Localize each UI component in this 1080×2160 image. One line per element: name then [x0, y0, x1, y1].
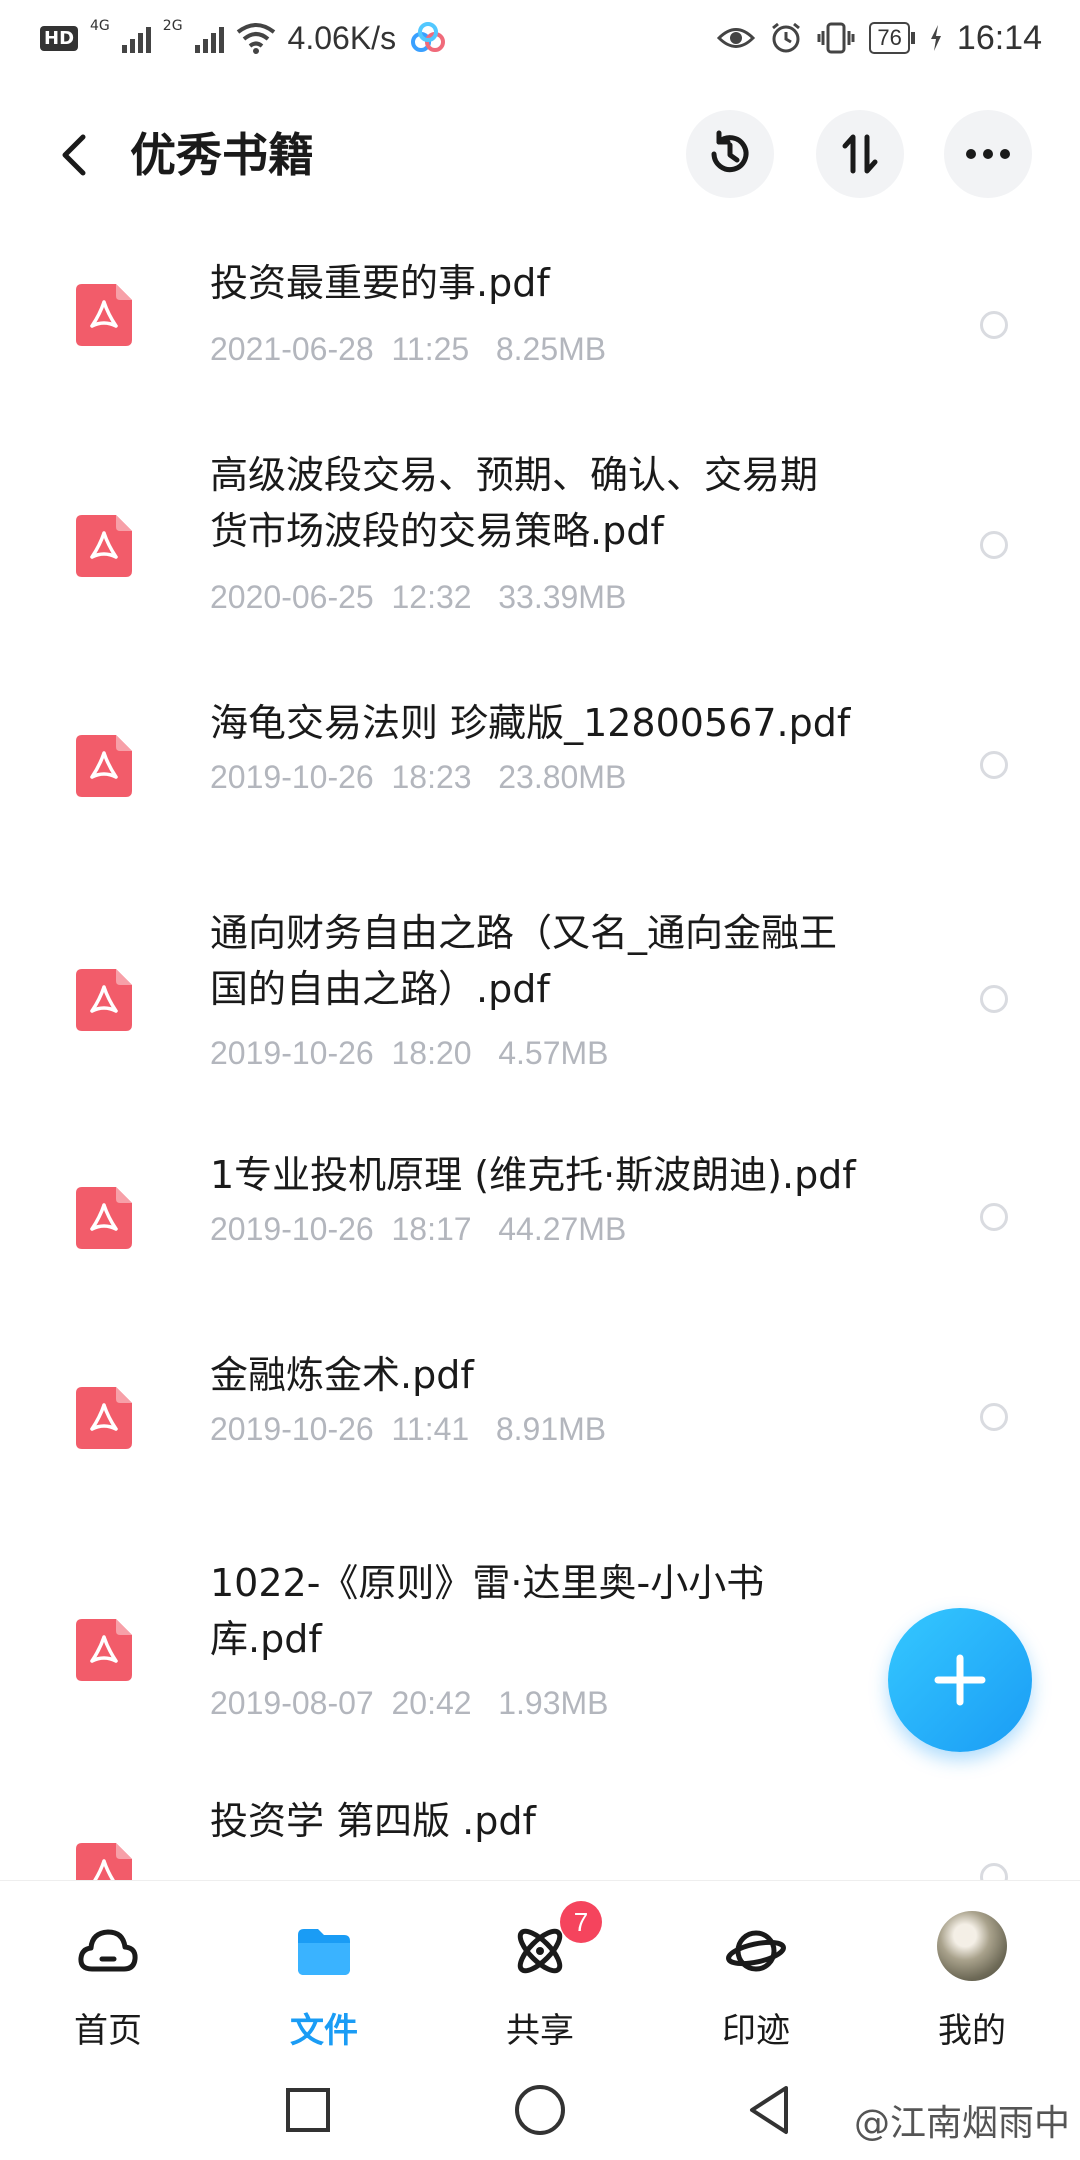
vibrate-icon [817, 22, 855, 54]
file-item[interactable]: 金融炼金术.pdf 2019-10-26 11:41 8.91MB [0, 1335, 1080, 1495]
select-checkbox[interactable] [980, 1203, 1008, 1231]
pdf-file-icon [76, 969, 132, 1031]
back-nav-button[interactable] [738, 2078, 802, 2142]
file-name: 投资最重要的事.pdf [210, 261, 550, 305]
file-name: 1022-《原则》雷·达里奥-小小书 库.pdf [210, 1561, 765, 1661]
file-item[interactable]: 1专业投机原理 (维克托·斯波朗迪).pdf 2019-10-26 18:17 … [0, 1125, 1080, 1285]
network-4g-label: 4G [90, 18, 110, 34]
nav-home[interactable]: 首页 [28, 1901, 188, 2051]
notification-badge: 7 [560, 1901, 602, 1943]
battery-level: 76 [869, 22, 910, 54]
select-checkbox[interactable] [980, 1403, 1008, 1431]
file-meta: 2019-10-26 18:17 44.27MB [210, 1211, 627, 1247]
pdf-file-icon [76, 1387, 132, 1449]
header: 优秀书籍 [0, 100, 1080, 210]
file-meta: 2019-08-07 20:42 1.93MB [210, 1685, 609, 1721]
plus-icon [934, 1654, 986, 1706]
nav-label: 首页 [74, 2011, 142, 2051]
pdf-file-icon [76, 515, 132, 577]
file-item[interactable]: 通向财务自由之路（又名_通向金融王 国的自由之路）.pdf 2019-10-26… [0, 905, 1080, 1135]
signal-2g-icon [194, 23, 224, 53]
nav-files[interactable]: 文件 [244, 1901, 404, 2051]
nav-label: 印迹 [722, 2011, 790, 2051]
add-button[interactable] [888, 1608, 1032, 1752]
select-checkbox[interactable] [980, 531, 1008, 559]
sort-button[interactable] [816, 110, 904, 198]
avatar [937, 1911, 1007, 1981]
recent-apps-button[interactable] [276, 2078, 340, 2142]
file-item[interactable]: 投资最重要的事.pdf 2021-06-28 11:25 8.25MB [0, 225, 1080, 425]
network-speed: 4.06K/s [287, 19, 397, 56]
alarm-icon [772, 22, 801, 53]
chevron-left-icon [62, 134, 86, 176]
charging-icon [930, 25, 941, 51]
nav-me[interactable]: 我的 [892, 1901, 1052, 2051]
wifi-icon [236, 23, 275, 54]
nav-label: 共享 [506, 2011, 574, 2051]
clock: 16:14 [956, 18, 1042, 57]
pdf-file-icon [76, 1187, 132, 1249]
pdf-file-icon [76, 284, 132, 346]
more-button[interactable] [944, 110, 1032, 198]
back-button[interactable] [44, 120, 104, 190]
file-item[interactable]: 投资学 第四版 .pdf [0, 1785, 1080, 1880]
select-checkbox[interactable] [980, 1863, 1008, 1880]
signal-4g-icon [121, 23, 151, 53]
nav-label: 文件 [290, 2011, 358, 2051]
nav-label: 我的 [938, 2011, 1006, 2051]
file-name: 高级波段交易、预期、确认、交易期 货市场波段的交易策略.pdf [210, 453, 819, 553]
file-name: 1专业投机原理 (维克托·斯波朗迪).pdf [210, 1153, 856, 1197]
system-nav: @江南烟雨中 [0, 2060, 1080, 2160]
nav-share[interactable]: 7 共享 [460, 1901, 620, 2051]
bottom-nav: 首页 文件 7 共享 印迹 我的 [0, 1880, 1080, 2061]
page-title: 优秀书籍 [130, 128, 314, 182]
history-icon [711, 130, 749, 173]
file-name: 金融炼金术.pdf [210, 1353, 474, 1397]
more-icon [966, 149, 1010, 159]
home-button[interactable] [508, 2078, 572, 2142]
battery-indicator: 76 [869, 22, 915, 54]
file-meta: 2020-06-25 12:32 33.39MB [210, 579, 627, 615]
cloud-home-icon [78, 1929, 138, 1972]
sort-icon [842, 134, 878, 174]
eye-icon [717, 28, 756, 48]
pdf-file-icon [76, 1843, 132, 1880]
planet-icon [726, 1930, 786, 1972]
select-checkbox[interactable] [980, 985, 1008, 1013]
file-name: 投资学 第四版 .pdf [210, 1799, 536, 1843]
file-name: 通向财务自由之路（又名_通向金融王 国的自由之路）.pdf [210, 911, 838, 1011]
file-meta: 2019-10-26 18:20 4.57MB [210, 1035, 609, 1071]
file-meta: 2019-10-26 11:41 8.91MB [210, 1411, 607, 1447]
hd-indicator: HD [40, 25, 79, 51]
pdf-file-icon [76, 735, 132, 797]
file-name: 海龟交易法则 珍藏版_12800567.pdf [210, 701, 851, 745]
status-bar: HD 4G 2G 4.06K/s 76 16:14 [0, 0, 1080, 76]
file-item[interactable]: 高级波段交易、预期、确认、交易期 货市场波段的交易策略.pdf 2020-06-… [0, 435, 1080, 665]
network-2g-label: 2G [162, 18, 183, 34]
file-meta: 2021-06-28 11:25 8.25MB [210, 331, 607, 367]
file-meta: 2019-10-26 18:23 23.80MB [210, 759, 627, 795]
select-checkbox[interactable] [980, 311, 1008, 339]
cloud-app-icon [411, 22, 446, 52]
nav-traces[interactable]: 印迹 [676, 1901, 836, 2051]
watermark: @江南烟雨中 [853, 2103, 1070, 2144]
select-checkbox[interactable] [980, 751, 1008, 779]
history-button[interactable] [686, 110, 774, 198]
pdf-file-icon [76, 1619, 132, 1681]
file-item[interactable]: 海龟交易法则 珍藏版_12800567.pdf 2019-10-26 18:23… [0, 695, 1080, 855]
folder-icon [298, 1929, 350, 1975]
